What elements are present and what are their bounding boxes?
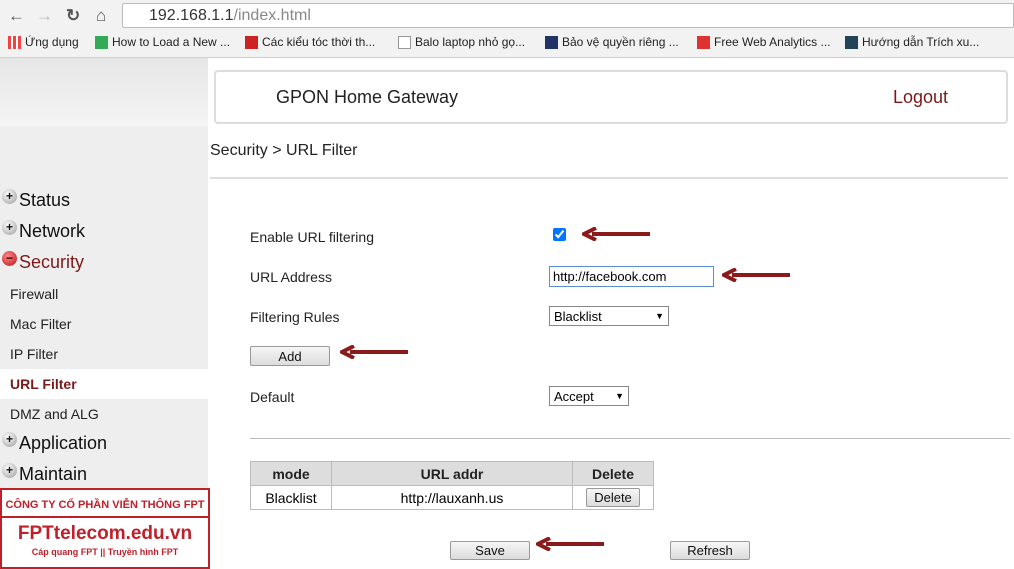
filtering-rules-label: Filtering Rules [250,309,340,325]
enable-url-filtering-checkbox[interactable] [553,228,566,241]
save-button[interactable]: Save [450,541,530,560]
dropdown-arrow-icon: ▼ [615,391,624,401]
sidebar-item-url-filter[interactable]: URL Filter [0,369,208,399]
column-header: mode [250,461,332,486]
bookmark-label: Hướng dẫn Trích xu... [862,35,980,49]
divider [250,438,1010,439]
back-icon[interactable]: ← [8,6,25,26]
bookmark-apps[interactable]: Ứng dụng [8,35,79,49]
annotation-arrow-icon [582,227,650,241]
plus-icon: + [2,220,17,235]
browser-chrome: ← → ↻ ⌂ 192.168.1.1/index.html Ứng dụng … [0,0,1014,58]
sidebar-item-dmz-alg[interactable]: DMZ and ALG [10,406,99,422]
watermark-tagline: Cáp quang FPT || Truyền hình FPT [31,547,179,557]
home-icon[interactable]: ⌂ [96,6,106,26]
select-value: Blacklist [554,308,602,324]
plus-icon: + [2,189,17,204]
watermark-logo: CÔNG TY CỔ PHẦN VIỄN THÔNG FPT FPTteleco… [0,488,210,569]
bookmark[interactable]: Free Web Analytics ... [697,35,831,49]
watermark-company: CÔNG TY CỔ PHẦN VIỄN THÔNG FPT [2,499,208,518]
forward-icon[interactable]: → [36,6,53,26]
sidebar-item-ip-filter[interactable]: IP Filter [10,346,58,362]
plus-icon: + [2,463,17,478]
column-header: URL addr [331,461,573,486]
favicon-icon [845,35,858,49]
menu-application[interactable]: + Application [2,432,108,454]
plus-icon: + [2,432,17,447]
bookmark-label: Free Web Analytics ... [714,35,831,49]
menu-label: Application [19,433,108,453]
url-filter-table: mode URL addr Delete Blacklist http://lauxa… [250,461,654,510]
bookmark-label: Bảo vệ quyền riêng ... [562,35,679,49]
annotation-arrow-icon [536,537,604,551]
apps-icon [8,35,21,49]
menu-maintain[interactable]: + Maintain [2,463,88,485]
favicon-icon [697,35,710,49]
bookmark[interactable]: Các kiểu tóc thời th... [245,35,375,49]
delete-button[interactable]: Delete [586,488,640,507]
bookmark[interactable]: How to Load a New ... [95,35,230,49]
dropdown-arrow-icon: ▼ [655,311,664,321]
mode-cell: Blacklist [250,485,332,510]
bookmark-label: Các kiểu tóc thời th... [262,35,376,49]
address-bar[interactable]: 192.168.1.1/index.html [122,3,1014,28]
bookmark-label: Ứng dụng [25,35,79,49]
bookmark[interactable]: Hướng dẫn Trích xu... [845,35,979,49]
divider [210,177,1008,179]
table-row: Blacklist http://lauxanh.us Delete [250,485,654,510]
filtering-rules-select[interactable]: Blacklist ▼ [549,306,669,326]
enable-url-filtering-label: Enable URL filtering [250,229,374,245]
default-label: Default [250,389,295,405]
page-title: GPON Home Gateway [276,87,459,107]
refresh-button[interactable]: Refresh [670,541,750,560]
column-header: Delete [572,461,654,486]
url-host: 192.168.1.1 [149,7,234,24]
bookmark-label: Balo laptop nhỏ gọ... [415,35,526,49]
logout-link[interactable]: Logout [893,87,948,108]
menu-label: Security [19,252,85,272]
menu-security[interactable]: − Security [2,251,85,273]
page-icon [398,35,411,49]
sidebar-item-mac-filter[interactable]: Mac Filter [10,316,71,332]
bookmarks-bar: Ứng dụng How to Load a New ... Các kiểu … [0,32,1014,54]
favicon-icon [95,35,108,49]
menu-status[interactable]: + Status [2,189,71,211]
url-path: /index.html [233,7,311,24]
favicon-icon [245,35,258,49]
default-select[interactable]: Accept ▼ [549,386,629,406]
menu-network[interactable]: + Network [2,220,86,242]
menu-label: Network [19,221,86,241]
annotation-arrow-icon [340,345,408,359]
annotation-arrow-icon [722,268,790,282]
delete-cell: Delete [572,485,654,510]
table-header-row: mode URL addr Delete [250,461,654,486]
bookmark[interactable]: Balo laptop nhỏ gọ... [398,35,525,49]
watermark-site: FPTtelecom.edu.vn [17,523,193,544]
select-value: Accept [554,388,594,404]
bookmark-label: How to Load a New ... [112,35,231,49]
url-address-label: URL Address [250,269,332,285]
url-address-input[interactable] [549,266,714,287]
sidebar-item-firewall[interactable]: Firewall [10,286,58,302]
add-button[interactable]: Add [250,346,330,366]
menu-label: Status [19,190,71,210]
minus-icon: − [2,251,17,266]
reload-icon[interactable]: ↻ [66,6,80,26]
sidebar-logo-area [0,58,208,126]
favicon-icon [545,35,558,49]
url-cell: http://lauxanh.us [331,485,573,510]
bookmark[interactable]: Bảo vệ quyền riêng ... [545,35,679,49]
menu-label: Maintain [19,464,88,484]
breadcrumb: Security > URL Filter [210,142,358,159]
